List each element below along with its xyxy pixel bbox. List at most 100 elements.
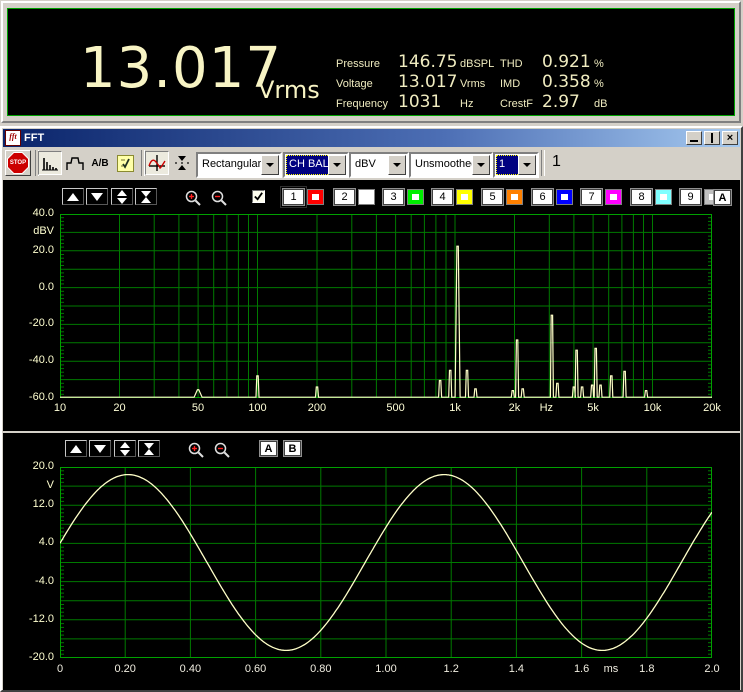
meter-readings: Pressure 146.75 dBSPL THD 0.921 % Voltag… [336,52,666,112]
spectrum-zoom-in-button[interactable] [184,189,202,207]
amplitude-units-dropdown[interactable]: dBV [349,152,409,178]
spectrum-zoom-out-button[interactable] [210,189,228,207]
settings-checklist-button[interactable] [113,151,137,175]
waveform-y-tick: -4.0 [35,574,54,587]
spectrum-expand-button[interactable] [111,188,133,205]
channel-6-color-swatch[interactable] [557,190,572,204]
channel-2-button[interactable]: 2 [334,189,355,205]
channel-7-color-swatch[interactable] [606,190,621,204]
channel-3-group: 3 [383,189,423,205]
time-compress-button[interactable] [138,440,160,457]
time-overlay-b-button[interactable]: B [284,441,301,456]
spectrum-x-tick: 10 [53,402,67,414]
zoom-in-icon [185,190,201,206]
averages-value: 1 [496,155,520,175]
waveform-x-tick: 0.80 [310,663,332,675]
channel-8-button[interactable]: 8 [631,189,652,205]
spectrum-x-tick: 5k [587,402,599,414]
spectrum-plot[interactable] [60,214,712,398]
autoscale-button[interactable] [170,151,194,175]
channel-8-color-swatch[interactable] [656,190,671,204]
compress-vertical-icon [141,190,151,203]
dropdown-button[interactable] [472,155,490,175]
minimize-button[interactable] [686,131,702,145]
channel-mode-dropdown[interactable]: CH BAL [283,152,349,178]
spectrum-scale-down-button[interactable] [86,188,108,205]
expand-vertical-icon [120,441,130,456]
dropdown-button[interactable] [261,155,279,175]
app: 13.017 Vrms Pressure 146.75 dBSPL THD 0.… [0,0,743,692]
channel-4-button[interactable]: 4 [432,189,453,205]
waveform-x-tick: 0.40 [179,663,202,675]
channel-2-color-swatch[interactable] [359,190,374,204]
spectrum-y-unit: dBV [33,225,54,238]
stop-button[interactable]: STOP [5,150,31,176]
time-zoom-out-button[interactable] [213,441,231,459]
time-scale-up-button[interactable] [65,440,87,457]
dropdown-button[interactable] [518,155,536,175]
channel-1-button[interactable]: 1 [280,186,307,208]
time-overlay-a-button[interactable]: A [260,441,277,456]
waveform-x-tick: 2.0 [704,663,720,675]
time-series-view-button[interactable] [63,151,87,175]
channel-5-button[interactable]: 5 [482,189,503,205]
reading-value: 2.97 [542,92,580,112]
chevron-down-icon [393,163,401,167]
spectrum-overlay-a-button[interactable]: A [714,190,731,205]
spectrum-y-tick: -40.0 [28,354,54,367]
channel-6-button[interactable]: 6 [532,189,553,205]
reading-value: 1031 [398,92,442,112]
waveform-hump-icon [66,157,84,170]
channel-3-button[interactable]: 3 [383,189,404,205]
waveform-y-tick: 20.0 [32,460,54,472]
spectrum-y-tick: -20.0 [28,317,54,330]
display-enable-checkbox[interactable] [252,190,265,203]
averages-dropdown[interactable]: 1 [493,152,539,178]
reading-unit: % [594,78,604,90]
reading-row: Frequency 1031 Hz CrestF 2.97 dB [336,92,666,112]
spectrum-compress-button[interactable] [135,188,157,205]
triangle-down-icon [91,192,103,201]
spectrum-view-button[interactable] [38,151,62,175]
reading-unit: % [594,58,604,70]
reading-label: THD [500,58,523,70]
spectrum-y-tick: 40.0 [32,207,54,219]
channel-5-color-swatch[interactable] [507,190,522,204]
window-function-dropdown[interactable]: Rectangular [196,152,282,178]
channel-7-group: 7 [581,189,621,205]
chevron-down-icon [477,163,485,167]
markers-button[interactable] [145,151,169,175]
reading-unit: dB [594,98,608,110]
ab-compare-button[interactable]: A/B [88,151,112,175]
reading-label: Pressure [336,58,381,70]
window-title: FFT [24,132,45,144]
smoothing-dropdown[interactable]: Unsmoothed [409,152,493,178]
maximize-button[interactable] [704,131,720,145]
zoom-out-icon [211,190,227,206]
reading-row: Pressure 146.75 dBSPL THD 0.921 % [336,52,666,72]
smoothing-value: Unsmoothed [412,155,474,175]
waveform-x-tick: 1.4 [508,663,525,675]
reading-value: 0.921 [542,52,591,72]
waveform-plot[interactable] [60,467,712,658]
expand-vertical-icon [117,189,127,204]
stop-icon: STOP [7,152,29,174]
channel-7-button[interactable]: 7 [581,189,602,205]
dropdown-button[interactable] [328,155,346,175]
time-expand-button[interactable] [114,440,136,457]
channel-9-button[interactable]: 9 [680,189,701,205]
time-zoom-in-button[interactable] [187,441,205,459]
spectrum-x-tick: 20k [703,402,721,414]
waveform-x-unit: ms [603,663,619,675]
channel-1-color-swatch[interactable] [308,190,323,204]
fft-window-icon: fft [5,130,21,146]
title-bar[interactable]: fft FFT × [3,129,740,147]
spectrum-scale-up-button[interactable] [62,188,84,205]
spectrum-y-tick: 20.0 [32,243,54,256]
channel-3-color-swatch[interactable] [408,190,423,204]
time-scale-down-button[interactable] [89,440,111,457]
dropdown-button[interactable] [388,155,406,175]
a-b-icon: A/B [91,157,109,169]
close-button[interactable]: × [722,131,738,145]
channel-4-color-swatch[interactable] [457,190,472,204]
